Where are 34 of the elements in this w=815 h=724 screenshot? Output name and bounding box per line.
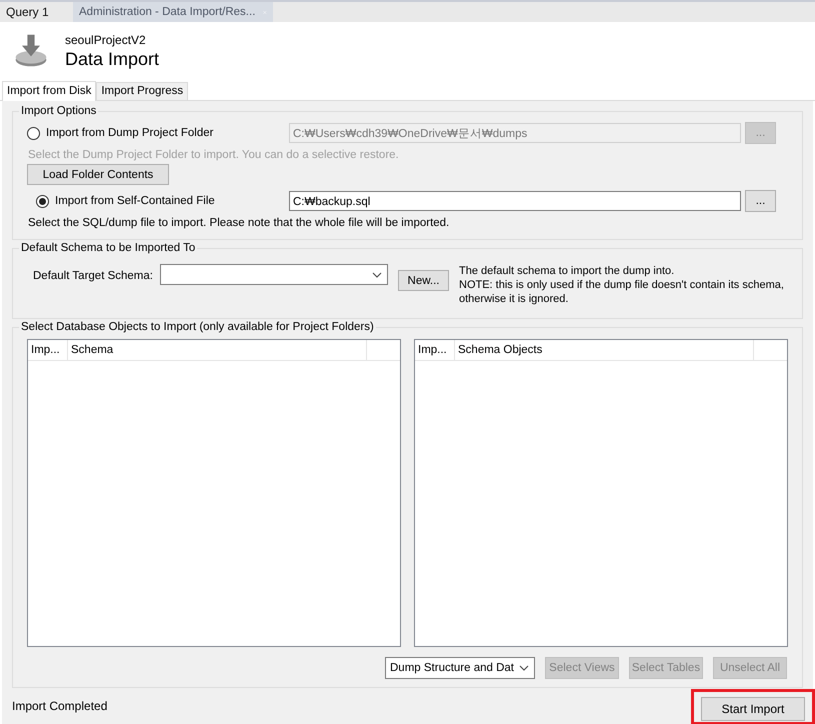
- disk-import-icon: [13, 33, 49, 69]
- group-title: Default Schema to be Imported To: [20, 242, 196, 254]
- hint-text: Select the SQL/dump file to import. Please note that the whole file will be imported.: [28, 217, 450, 229]
- chevron-icon: [372, 272, 382, 278]
- group-title: Select Database Objects to Import (only available for Project Folders): [20, 321, 375, 333]
- note-text: The default schema to import the dump into.: [459, 264, 676, 278]
- column-header[interactable]: Schema Objects: [455, 340, 754, 360]
- tab[interactable]: Import from Disk: [2, 81, 96, 101]
- list-table[interactable]: Imp... Schema Objects: [414, 339, 788, 647]
- tab[interactable]: Import Progress: [96, 82, 188, 100]
- load-folder-button[interactable]: Load Folder Contents: [27, 164, 169, 185]
- radio-button[interactable]: Import from Dump Project Folder: [27, 126, 289, 140]
- project-name: seoulProjectV2: [65, 32, 147, 46]
- column-header[interactable]: Imp...: [415, 340, 455, 360]
- browse-button[interactable]: ...: [745, 190, 776, 212]
- start-import-button[interactable]: Start Import: [701, 697, 805, 721]
- group-title: Import Options: [20, 105, 98, 117]
- schema-dropdown[interactable]: [160, 264, 388, 285]
- list-table[interactable]: Imp... Schema: [27, 339, 401, 647]
- radio-button[interactable]: Import from Self-Contained File: [36, 194, 289, 208]
- document-tab[interactable]: Query 1: [0, 2, 72, 22]
- document-tab[interactable]: Administration - Data Import/Res...: [73, 2, 273, 22]
- chevron-icon: [519, 665, 529, 671]
- column-header[interactable]: Schema: [68, 340, 367, 360]
- column-header[interactable]: Imp...: [28, 340, 68, 360]
- page-title: Data Import: [65, 48, 160, 70]
- status-text: Import Completed: [12, 699, 108, 713]
- hint-text: Select the Dump Project Folder to import. You can do a selective restore.: [28, 149, 400, 161]
- note-text: otherwise it is ignored.: [459, 292, 570, 306]
- dump-mode-dropdown[interactable]: Dump Structure and Dat: [385, 657, 535, 679]
- new-button[interactable]: New...: [398, 270, 449, 291]
- path-field[interactable]: C:₩backup.sql: [289, 191, 741, 211]
- note-text: NOTE: this is only used if the dump file doesn't contain its schema,: [459, 278, 784, 292]
- field-label: Default Target Schema:: [33, 270, 154, 282]
